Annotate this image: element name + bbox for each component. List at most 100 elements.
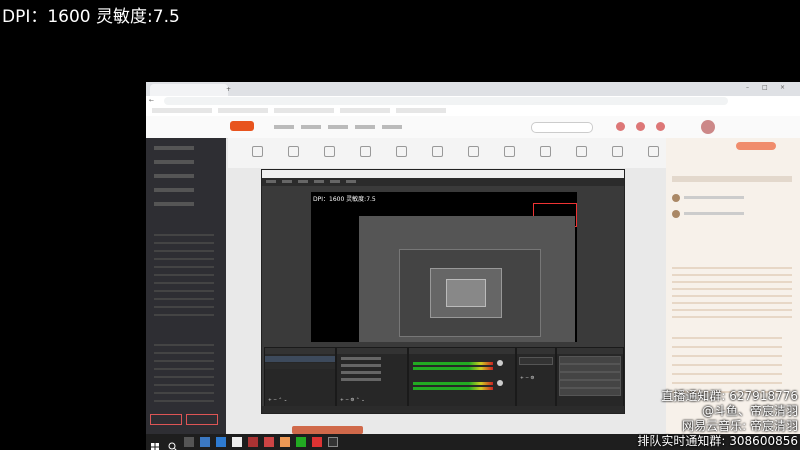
obs-menubar <box>262 178 624 186</box>
app-icon[interactable] <box>280 437 290 447</box>
nav-item[interactable] <box>355 125 375 129</box>
app-icon[interactable] <box>264 437 274 447</box>
menu-item[interactable] <box>346 180 356 183</box>
nav-item[interactable] <box>328 125 348 129</box>
app-icon[interactable] <box>200 437 210 447</box>
browser-window: + – □ × ← DPI：1600 灵敏度:7.5 + − ⌃ ⌄ + − ⚙… <box>146 82 800 434</box>
app-icon[interactable] <box>248 437 258 447</box>
bookmark-item[interactable] <box>152 108 212 113</box>
source-item[interactable] <box>341 357 381 360</box>
scene-item[interactable] <box>265 363 335 369</box>
obs-window: DPI：1600 灵敏度:7.5 + − ⌃ ⌄ + − ⚙ ⌃ ⌄ + − ⚙ <box>261 169 625 414</box>
search-input[interactable] <box>531 122 593 133</box>
stream-overlay-line: 排队实时通知群: 308600856 <box>637 434 798 448</box>
search-icon[interactable] <box>168 437 178 450</box>
gear-icon[interactable] <box>497 380 503 386</box>
sidebar-item[interactable] <box>154 146 194 150</box>
new-tab-icon[interactable]: + <box>226 86 231 93</box>
header-icon[interactable] <box>656 122 665 131</box>
left-sidebar <box>146 138 226 434</box>
settings-button[interactable] <box>559 380 621 388</box>
nav-item[interactable] <box>274 125 294 129</box>
browser-tab[interactable] <box>150 84 228 96</box>
category-bar <box>228 138 668 168</box>
obs-icon[interactable] <box>328 437 338 447</box>
sidebar-list <box>154 338 214 408</box>
site-logo[interactable] <box>230 121 254 131</box>
dock-header <box>517 348 555 354</box>
source-item[interactable] <box>341 378 381 381</box>
category-icon[interactable] <box>648 146 659 157</box>
category-icon[interactable] <box>288 146 299 157</box>
category-icon[interactable] <box>324 146 335 157</box>
close-icon[interactable]: × <box>780 84 785 91</box>
sidebar-item[interactable] <box>154 160 194 164</box>
chat-messages <box>672 262 792 322</box>
chat-message <box>684 212 744 215</box>
sidebar-item[interactable] <box>154 188 194 192</box>
app-icon[interactable] <box>216 437 226 447</box>
avatar[interactable] <box>701 120 715 134</box>
category-icon[interactable] <box>252 146 263 157</box>
scene-item[interactable] <box>265 356 335 362</box>
menu-item[interactable] <box>314 180 324 183</box>
sidebar-item[interactable] <box>154 202 194 206</box>
source-item[interactable] <box>341 364 381 367</box>
taskview-icon[interactable] <box>184 437 194 447</box>
back-icon[interactable]: ← <box>149 97 154 104</box>
app-icon[interactable] <box>312 437 322 447</box>
add-icon[interactable]: + − ⚙ <box>520 376 534 381</box>
start-icon[interactable] <box>150 437 160 450</box>
chat-tabs[interactable] <box>672 176 792 182</box>
menu-item[interactable] <box>298 180 308 183</box>
nested-capture <box>399 249 541 337</box>
obs-statusbar <box>262 406 624 413</box>
stream-overlay-title: DPI：1600 灵敏度:7.5 <box>2 7 180 27</box>
dock-header <box>409 348 515 354</box>
category-icon[interactable] <box>612 146 623 157</box>
add-icon[interactable]: + − ⚙ ⌃ ⌄ <box>340 398 365 403</box>
maximize-icon[interactable]: □ <box>762 84 768 91</box>
gear-icon[interactable] <box>497 360 503 366</box>
follow-button[interactable] <box>736 142 776 150</box>
notification-popup[interactable] <box>292 426 363 434</box>
url-field[interactable] <box>164 97 728 105</box>
transition-select[interactable] <box>519 357 553 365</box>
nav-item[interactable] <box>301 125 321 129</box>
bookmark-item[interactable] <box>274 108 334 113</box>
scenes-dock: + − ⌃ ⌄ <box>264 347 336 407</box>
site-header <box>146 116 800 139</box>
bookmark-item[interactable] <box>396 108 446 113</box>
category-icon[interactable] <box>396 146 407 157</box>
start-streaming-button[interactable] <box>559 356 621 364</box>
menu-item[interactable] <box>330 180 340 183</box>
category-icon[interactable] <box>468 146 479 157</box>
header-icon[interactable] <box>616 122 625 131</box>
category-icon[interactable] <box>360 146 371 157</box>
app-icon[interactable] <box>232 437 242 447</box>
nested-capture <box>430 268 502 318</box>
start-recording-button[interactable] <box>559 364 621 372</box>
sidebar-button[interactable] <box>150 414 182 425</box>
category-icon[interactable] <box>432 146 443 157</box>
audio-meter <box>413 382 493 385</box>
nav-item[interactable] <box>382 125 402 129</box>
category-icon[interactable] <box>576 146 587 157</box>
sidebar-button[interactable] <box>186 414 218 425</box>
add-icon[interactable]: + − ⌃ ⌄ <box>268 398 287 403</box>
bookmark-item[interactable] <box>218 108 268 113</box>
sidebar-item[interactable] <box>154 174 194 178</box>
bookmark-item[interactable] <box>340 108 390 113</box>
header-icon[interactable] <box>636 122 645 131</box>
source-item[interactable] <box>341 371 381 374</box>
controls-dock <box>556 347 624 407</box>
category-icon[interactable] <box>504 146 515 157</box>
menu-item[interactable] <box>282 180 292 183</box>
minimize-icon[interactable]: – <box>746 84 749 91</box>
exit-button[interactable] <box>559 388 621 396</box>
app-icon[interactable] <box>296 437 306 447</box>
obs-preview[interactable]: DPI：1600 灵敏度:7.5 <box>311 192 577 342</box>
category-icon[interactable] <box>540 146 551 157</box>
menu-item[interactable] <box>266 180 276 183</box>
studio-mode-button[interactable] <box>559 372 621 380</box>
